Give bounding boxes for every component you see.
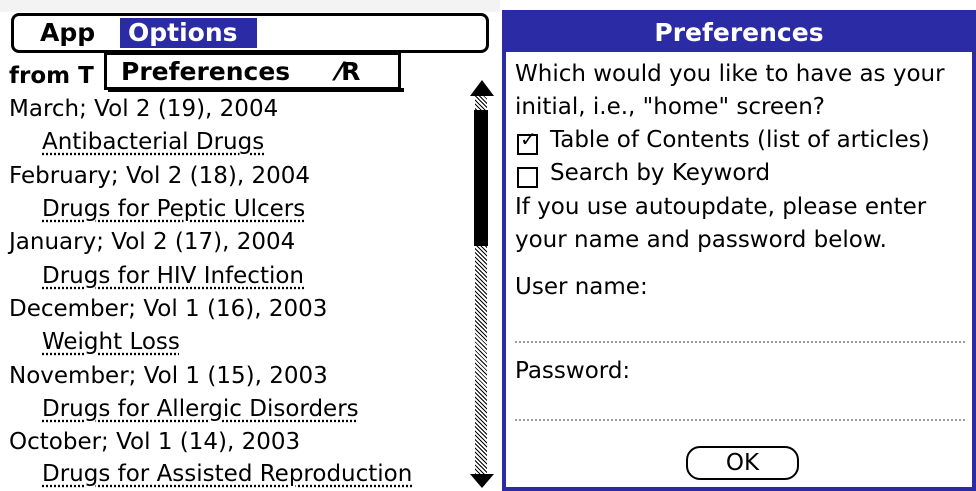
list-item-date: January; Vol 2 (17), 2004 <box>9 229 296 255</box>
toc-checkbox[interactable]: ✓ <box>517 129 538 155</box>
list-item-link[interactable]: Drugs for Assisted Reproduction <box>42 461 412 487</box>
username-field[interactable] <box>515 341 965 343</box>
list-item-link[interactable]: Weight Loss <box>42 329 180 355</box>
list-item-link[interactable]: Antibacterial Drugs <box>42 129 264 155</box>
question-text: Which would you like to have as your <box>515 61 945 87</box>
menu-options[interactable]: Options <box>120 18 257 48</box>
scroll-up-arrow-icon[interactable] <box>470 80 494 96</box>
password-label: Password: <box>515 358 631 384</box>
list-partial-header: from T <box>9 63 94 89</box>
scroll-down-arrow-icon[interactable] <box>470 474 494 488</box>
menu-item-preferences[interactable]: Preferences <box>121 57 290 86</box>
toc-option-label: Table of Contents (list of articles) <box>550 127 930 153</box>
menu-bar: App Options <box>11 13 489 53</box>
preferences-dialog: Preferences Which would you like to have… <box>502 10 976 491</box>
list-item-link[interactable]: Drugs for HIV Infection <box>42 263 304 289</box>
options-dropdown-menu: Preferences ⁄R <box>104 52 401 90</box>
list-item-date: December; Vol 1 (16), 2003 <box>9 296 328 322</box>
question-text: initial, i.e., "home" screen? <box>515 94 825 120</box>
scrollbar-thumb[interactable] <box>474 110 488 246</box>
keyword-option-label: Search by Keyword <box>550 160 771 186</box>
list-item-link[interactable]: Drugs for Peptic Ulcers <box>42 196 305 222</box>
autoupdate-text: If you use autoupdate, please enter <box>515 194 927 220</box>
list-item-date: October; Vol 1 (14), 2003 <box>9 429 301 455</box>
username-value <box>515 314 965 338</box>
list-item-date: March; Vol 2 (19), 2004 <box>9 96 279 122</box>
password-value <box>515 392 965 416</box>
article-list-pane: App Options Preferences ⁄R from T March;… <box>0 0 500 491</box>
keyword-checkbox[interactable] <box>517 167 538 188</box>
top-strip <box>0 0 500 12</box>
checkmark-icon: ✓ <box>520 127 537 151</box>
list-item-date: November; Vol 1 (15), 2003 <box>9 363 328 389</box>
username-label: User name: <box>515 274 648 300</box>
ok-button[interactable]: OK <box>686 446 799 480</box>
list-item-link[interactable]: Drugs for Allergic Disorders <box>42 396 359 422</box>
autoupdate-text: your name and password below. <box>515 227 887 253</box>
password-field[interactable] <box>515 419 965 421</box>
menu-app[interactable]: App <box>32 18 103 48</box>
dialog-title: Preferences <box>506 14 972 52</box>
list-item-date: February; Vol 2 (18), 2004 <box>9 163 311 189</box>
shortcut-label: ⁄R <box>337 57 361 86</box>
